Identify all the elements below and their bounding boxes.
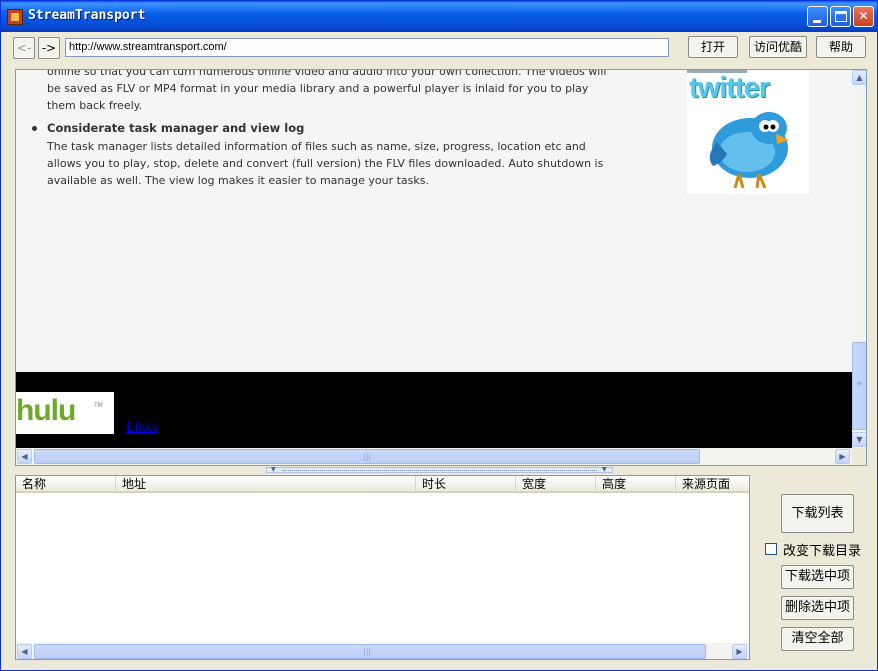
- column-header-height[interactable]: 高度: [596, 476, 676, 492]
- scroll-thumb[interactable]: ≡: [852, 342, 866, 430]
- twitter-logo[interactable]: twitter: [687, 70, 809, 194]
- grip-icon: |||: [363, 452, 372, 461]
- scrollbar-corner: [852, 448, 866, 465]
- scroll-right-button[interactable]: ▶: [835, 449, 850, 464]
- change-dir-label[interactable]: 改变下载目录: [783, 540, 861, 559]
- chevron-down-icon: ▼: [856, 435, 863, 444]
- maximize-button[interactable]: [830, 6, 851, 27]
- help-button[interactable]: 帮助: [816, 36, 866, 58]
- chevron-down-icon: ▼: [271, 466, 276, 473]
- clear-all-button[interactable]: 清空全部: [781, 627, 854, 651]
- window-title: StreamTransport: [28, 8, 146, 23]
- scroll-thumb[interactable]: |||: [34, 644, 706, 659]
- maximize-icon: [835, 11, 847, 22]
- title-bar[interactable]: StreamTransport ✕: [1, 1, 877, 32]
- chevron-right-icon: ▶: [839, 452, 846, 461]
- minimize-icon: [813, 20, 821, 23]
- browser-horizontal-scrollbar[interactable]: ◀ ||| ▶: [16, 448, 852, 465]
- chevron-left-icon: ◀: [21, 452, 28, 461]
- download-selected-button[interactable]: 下载选中项: [781, 565, 854, 589]
- chevron-up-icon: ▲: [856, 73, 863, 82]
- minimize-button[interactable]: [807, 6, 828, 27]
- close-icon: ✕: [858, 9, 869, 23]
- change-dir-checkbox[interactable]: [765, 543, 777, 555]
- paragraph-text: online so that you can turn numerous onl…: [47, 70, 607, 112]
- hulu-logo[interactable]: hulu TM: [16, 392, 114, 434]
- app-window: StreamTransport ✕ <- -> http://www.strea…: [0, 0, 878, 671]
- web-content: online so that you can turn numerous onl…: [16, 70, 852, 448]
- grip-icon: ≡: [856, 379, 863, 388]
- bullet-icon: [32, 126, 37, 131]
- splitter-grip: [283, 470, 597, 471]
- column-header-source-page[interactable]: 来源页面: [676, 476, 749, 492]
- links-link[interactable]: Links: [126, 420, 158, 436]
- scroll-up-button[interactable]: ▲: [852, 70, 866, 85]
- column-header-address[interactable]: 地址: [116, 476, 416, 492]
- visit-youku-button[interactable]: 访问优酷: [749, 36, 807, 58]
- web-browser-pane[interactable]: online so that you can turn numerous onl…: [15, 69, 867, 466]
- chevron-right-icon: ▶: [736, 647, 743, 656]
- back-button[interactable]: <-: [13, 37, 35, 59]
- scroll-right-button[interactable]: ▶: [732, 644, 747, 659]
- column-header-duration[interactable]: 时长: [416, 476, 516, 492]
- section-heading: Considerate task manager and view log: [47, 121, 305, 135]
- url-input[interactable]: http://www.streamtransport.com/: [65, 38, 669, 57]
- app-icon: [7, 9, 23, 25]
- page-footer-band: [16, 372, 852, 448]
- close-button[interactable]: ✕: [853, 6, 874, 27]
- pane-splitter[interactable]: ▼ ▼: [266, 466, 613, 473]
- scroll-left-button[interactable]: ◀: [17, 449, 32, 464]
- column-header-width[interactable]: 宽度: [516, 476, 596, 492]
- list-header: 名称 地址 时长 宽度 高度 来源页面: [16, 476, 749, 493]
- scroll-thumb[interactable]: |||: [34, 449, 700, 464]
- grip-icon: |||: [363, 647, 372, 656]
- open-button[interactable]: 打开: [688, 36, 738, 58]
- paragraph-text: The task manager lists detailed informat…: [47, 140, 604, 187]
- chevron-down-icon: ▼: [602, 466, 607, 473]
- chevron-left-icon: ◀: [21, 647, 28, 656]
- twitter-bird-icon: [709, 112, 789, 189]
- media-list[interactable]: 名称 地址 时长 宽度 高度 来源页面 ◀ ||| ▶: [15, 475, 750, 660]
- delete-selected-button[interactable]: 删除选中项: [781, 596, 854, 620]
- scroll-left-button[interactable]: ◀: [17, 644, 32, 659]
- column-header-name[interactable]: 名称: [16, 476, 116, 492]
- download-list-button[interactable]: 下载列表: [781, 494, 854, 533]
- forward-button[interactable]: ->: [38, 37, 60, 59]
- list-horizontal-scrollbar[interactable]: ◀ ||| ▶: [16, 643, 749, 659]
- trademark-mark: TM: [94, 402, 103, 409]
- scroll-down-button[interactable]: ▼: [852, 432, 866, 447]
- browser-vertical-scrollbar[interactable]: ▲ ≡ ▼: [852, 70, 866, 448]
- hulu-wordmark: hulu: [16, 394, 76, 427]
